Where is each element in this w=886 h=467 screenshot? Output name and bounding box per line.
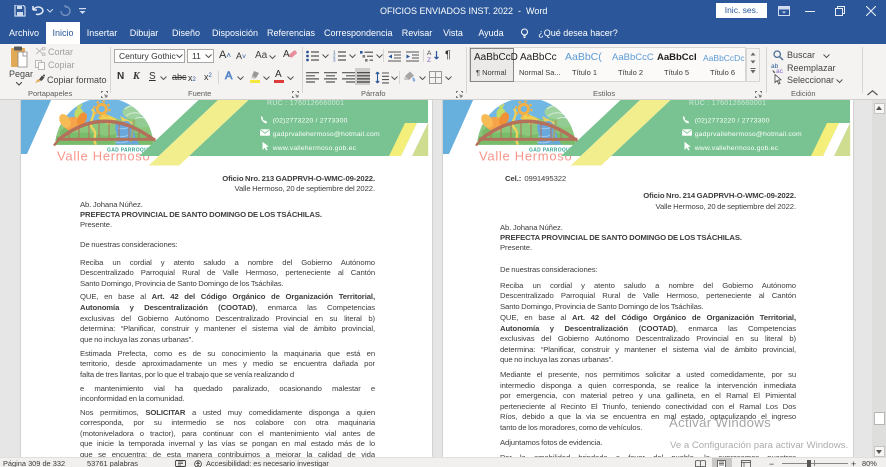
svg-text:3: 3	[333, 58, 336, 63]
svg-text:Z: Z	[427, 57, 431, 62]
svg-text:A: A	[427, 50, 432, 57]
svg-text:ac: ac	[776, 68, 784, 73]
